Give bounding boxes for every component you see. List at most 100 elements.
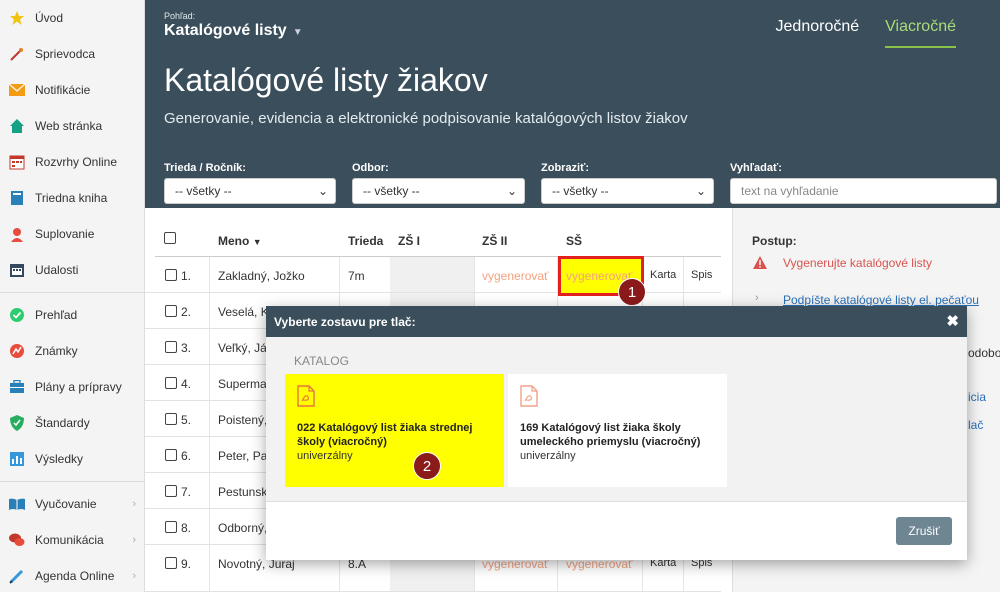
student-name[interactable]: Pestunsk bbox=[218, 485, 267, 499]
sidebar-divider bbox=[0, 481, 144, 482]
row-checkbox[interactable] bbox=[165, 521, 177, 533]
filter-trieda: Trieda / Ročník: -- všetky -- ⌄ bbox=[164, 162, 336, 204]
sidebar-item-web-stranka[interactable]: Web stránka bbox=[0, 108, 144, 144]
step-sign-link[interactable]: Podpíšte katalógové listy el. pečaťou bbox=[783, 293, 979, 307]
sidebar-item-suplovanie[interactable]: Suplovanie bbox=[0, 216, 144, 252]
tab-viacrocne[interactable]: Viacročné bbox=[885, 18, 956, 48]
trieda-select[interactable]: -- všetky -- ⌄ bbox=[164, 178, 336, 204]
spis-link[interactable]: Spis bbox=[691, 269, 712, 281]
sidebar-item-agenda[interactable]: Agenda Online › bbox=[0, 558, 144, 592]
view-selector[interactable]: Katalógové listy ▼ bbox=[164, 22, 303, 40]
sidebar-item-label: Suplovanie bbox=[35, 227, 95, 241]
column-header-zs2[interactable]: ZŠ II bbox=[482, 234, 507, 248]
sidebar-item-label: Komunikácia bbox=[35, 533, 104, 547]
sidebar-item-uvod[interactable]: Úvod bbox=[0, 0, 144, 36]
sidebar-item-label: Vyučovanie bbox=[35, 497, 97, 511]
search-input[interactable]: text na vyhľadanie bbox=[730, 178, 997, 204]
select-value: -- všetky -- bbox=[552, 184, 609, 198]
sidebar-item-label: Notifikácie bbox=[35, 83, 91, 97]
sidebar-item-znamky[interactable]: Známky bbox=[0, 333, 144, 369]
chevron-down-icon: ⌄ bbox=[695, 184, 706, 198]
odbor-select[interactable]: -- všetky -- ⌄ bbox=[352, 178, 525, 204]
step-generate: Vygenerujte katalógové listy bbox=[783, 256, 932, 270]
sidebar-item-vysledky[interactable]: Výsledky bbox=[0, 441, 144, 477]
row-number: 7. bbox=[181, 485, 192, 499]
student-name[interactable]: Veselá, K bbox=[218, 305, 269, 319]
sidebar-item-label: Plány a prípravy bbox=[35, 380, 122, 394]
bar-chart-icon bbox=[8, 450, 26, 468]
pdf-document-icon bbox=[297, 385, 492, 410]
chevron-down-icon: ⌄ bbox=[317, 184, 328, 198]
row-checkbox[interactable] bbox=[165, 557, 177, 569]
filter-label: Vyhľadať: bbox=[730, 162, 782, 174]
student-name[interactable]: Odborný, bbox=[218, 521, 267, 535]
student-name[interactable]: Veľký, Já bbox=[218, 341, 267, 355]
sidebar-item-label: Web stránka bbox=[35, 119, 103, 133]
panel-link-fragment[interactable]: lač bbox=[968, 418, 983, 432]
sidebar-item-label: Výsledky bbox=[35, 452, 84, 466]
sidebar-item-label: Štandardy bbox=[35, 416, 90, 430]
sidebar-item-notifikacie[interactable]: Notifikácie bbox=[0, 72, 144, 108]
row-checkbox[interactable] bbox=[165, 341, 177, 353]
column-header-trieda[interactable]: Trieda bbox=[348, 234, 383, 248]
open-book-icon bbox=[8, 495, 26, 513]
close-icon[interactable]: ✖ bbox=[946, 312, 959, 330]
row-checkbox[interactable] bbox=[165, 269, 177, 281]
sidebar-item-rozvrhy[interactable]: Rozvrhy Online bbox=[0, 144, 144, 180]
row-checkbox[interactable] bbox=[165, 413, 177, 425]
book-icon bbox=[8, 189, 26, 207]
sidebar-item-label: Triedna kniha bbox=[35, 191, 108, 205]
cancel-button[interactable]: Zrušiť bbox=[896, 517, 952, 545]
row-number: 3. bbox=[181, 341, 192, 355]
sidebar-item-label: Sprievodca bbox=[35, 47, 96, 61]
zs2-generate-link[interactable]: vygenerovať bbox=[482, 269, 549, 283]
zobrazit-select[interactable]: -- všetky -- ⌄ bbox=[541, 178, 714, 204]
calendar-grid-icon bbox=[8, 153, 26, 171]
sidebar-item-prehlad[interactable]: Prehľad bbox=[0, 297, 144, 333]
column-header-meno[interactable]: Meno ▼ bbox=[218, 234, 262, 248]
student-name[interactable]: Superma bbox=[218, 377, 267, 391]
student-name[interactable]: Zakladný, Jožko bbox=[218, 269, 305, 283]
warning-icon bbox=[753, 256, 767, 272]
panel-link-fragment[interactable]: icia bbox=[968, 390, 986, 404]
sidebar-item-vyucovanie[interactable]: Vyučovanie › bbox=[0, 486, 144, 522]
pen-icon bbox=[8, 567, 26, 585]
row-checkbox[interactable] bbox=[165, 485, 177, 497]
report-card-022[interactable]: 022 Katalógový list žiaka strednej školy… bbox=[285, 374, 504, 487]
sidebar-item-sprievodca[interactable]: Sprievodca bbox=[0, 36, 144, 72]
sidebar: Úvod Sprievodca Notifikácie Web stránka … bbox=[0, 0, 145, 592]
sidebar-item-standardy[interactable]: Štandardy bbox=[0, 405, 144, 441]
chart-circle-icon bbox=[8, 342, 26, 360]
modal-header: Vyberte zostavu pre tlač: ✖ bbox=[266, 306, 967, 337]
pdf-document-icon bbox=[520, 385, 715, 410]
karta-link[interactable]: Karta bbox=[650, 269, 676, 281]
student-name[interactable]: Poistený, bbox=[218, 413, 267, 427]
sidebar-item-label: Rozvrhy Online bbox=[35, 155, 118, 169]
tab-jednorocne[interactable]: Jednoročné bbox=[776, 18, 860, 48]
sidebar-item-plany[interactable]: Plány a prípravy bbox=[0, 369, 144, 405]
sidebar-item-label: Úvod bbox=[35, 11, 64, 25]
step-badge-2: 2 bbox=[413, 452, 441, 480]
chevron-right-icon: › bbox=[132, 534, 136, 546]
chevron-right-icon: › bbox=[755, 292, 759, 304]
row-checkbox[interactable] bbox=[165, 377, 177, 389]
row-checkbox[interactable] bbox=[165, 449, 177, 461]
sidebar-item-udalosti[interactable]: Udalosti bbox=[0, 252, 144, 288]
sidebar-item-triedna-kniha[interactable]: Triedna kniha bbox=[0, 180, 144, 216]
row-number: 2. bbox=[181, 305, 192, 319]
report-card-169[interactable]: 169 Katalógový list žiaka školy umelecké… bbox=[508, 374, 727, 487]
chevron-right-icon: › bbox=[132, 498, 136, 510]
filter-label: Zobraziť: bbox=[541, 162, 590, 174]
column-header-ss[interactable]: SŠ bbox=[566, 234, 582, 248]
caret-down-icon: ▼ bbox=[292, 27, 303, 38]
page-title: Katalógové listy žiakov bbox=[164, 62, 488, 98]
row-checkbox[interactable] bbox=[165, 305, 177, 317]
sidebar-item-komunikacia[interactable]: Komunikácia › bbox=[0, 522, 144, 558]
student-name[interactable]: Peter, Pa bbox=[218, 449, 267, 463]
chat-bubbles-icon bbox=[8, 531, 26, 549]
column-header-zs1[interactable]: ZŠ I bbox=[398, 234, 420, 248]
sidebar-divider bbox=[0, 292, 144, 293]
select-value: -- všetky -- bbox=[175, 184, 232, 198]
row-number: 9. bbox=[181, 557, 192, 571]
select-all-checkbox[interactable] bbox=[164, 232, 176, 244]
